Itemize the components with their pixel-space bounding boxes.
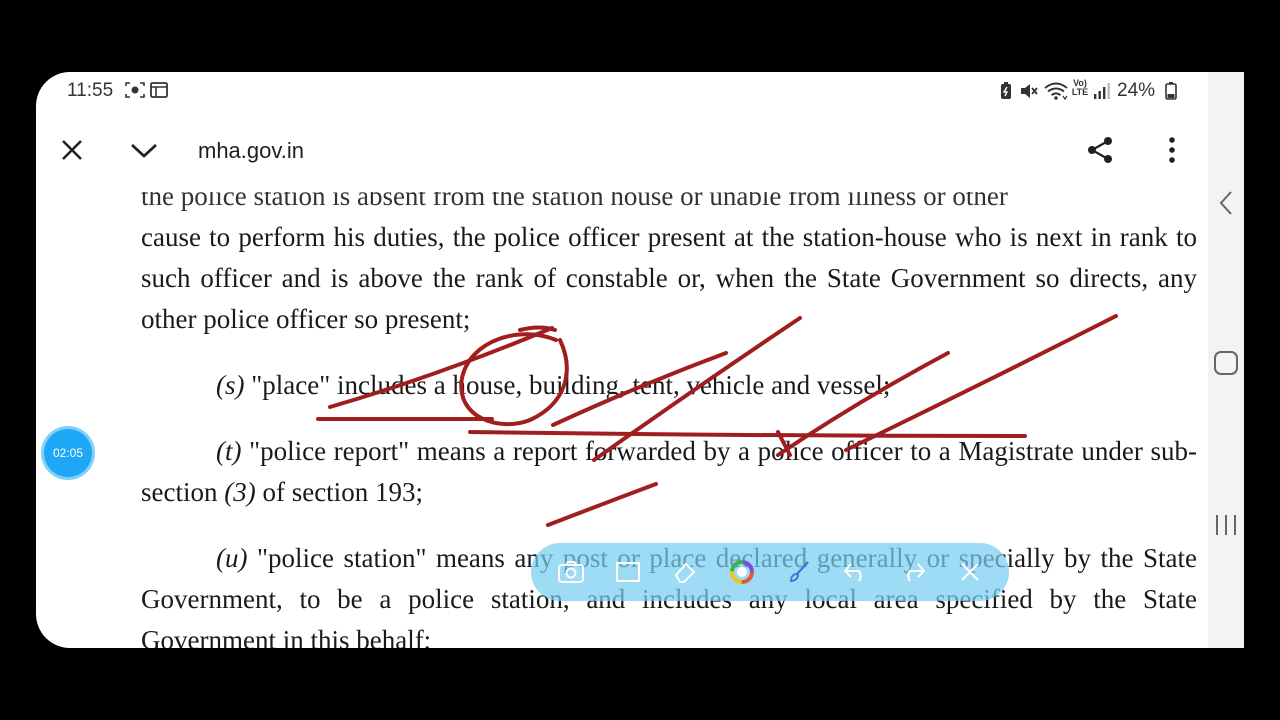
status-bar: 11:55 Vo) LTE 24%	[36, 72, 1208, 108]
gallery-icon	[149, 81, 169, 105]
clause-label: (t)	[216, 436, 242, 466]
rectangle-icon[interactable]	[613, 557, 643, 587]
back-icon[interactable]	[1208, 190, 1244, 216]
eraser-icon[interactable]	[670, 557, 700, 587]
screen-record-icon	[124, 81, 146, 105]
more-vert-icon[interactable]	[1152, 130, 1192, 170]
home-icon[interactable]	[1208, 350, 1244, 376]
signal-icon	[1093, 81, 1111, 107]
recording-timer-badge[interactable]: 02:05	[44, 429, 92, 477]
subsection-number: (3)	[224, 477, 256, 507]
recents-icon[interactable]	[1208, 512, 1244, 538]
paragraph-officer-in-charge: cause to perform his duties, the police …	[141, 222, 1197, 334]
undo-icon[interactable]	[841, 557, 871, 587]
clause-label: (u)	[216, 543, 248, 573]
browser-toolbar: mha.gov.in	[36, 108, 1208, 192]
volte-icon: Vo) LTE	[1071, 78, 1089, 97]
close-icon[interactable]	[955, 557, 985, 587]
share-icon[interactable]	[1080, 130, 1120, 170]
cut-off-line: the police station is absent from the st…	[141, 192, 1008, 211]
clause-label: (s)	[216, 370, 245, 400]
clause-text: of section 193;	[255, 477, 423, 507]
url-text[interactable]: mha.gov.in	[198, 138, 304, 164]
wifi-icon	[1043, 81, 1069, 107]
screenshot-icon[interactable]	[556, 557, 586, 587]
navigation-bar	[1208, 72, 1244, 648]
close-icon[interactable]	[52, 130, 92, 170]
mute-icon	[1018, 81, 1038, 107]
chevron-down-icon[interactable]	[124, 130, 164, 170]
battery-icon	[1165, 81, 1177, 107]
clause-text: "place" includes a house, building, tent…	[244, 370, 891, 400]
battery-saver-icon	[999, 81, 1013, 107]
clause-s-place: (s) "place" includes a house, building, …	[141, 365, 1197, 406]
clause-t-police-report: (t) "police report" means a report forwa…	[141, 431, 1197, 513]
annotation-toolbar	[531, 543, 1009, 601]
battery-percentage: 24%	[1117, 80, 1156, 101]
color-picker-icon[interactable]	[727, 557, 757, 587]
status-time: 11:55	[67, 80, 114, 101]
brush-icon[interactable]	[784, 557, 814, 587]
redo-icon[interactable]	[898, 557, 928, 587]
